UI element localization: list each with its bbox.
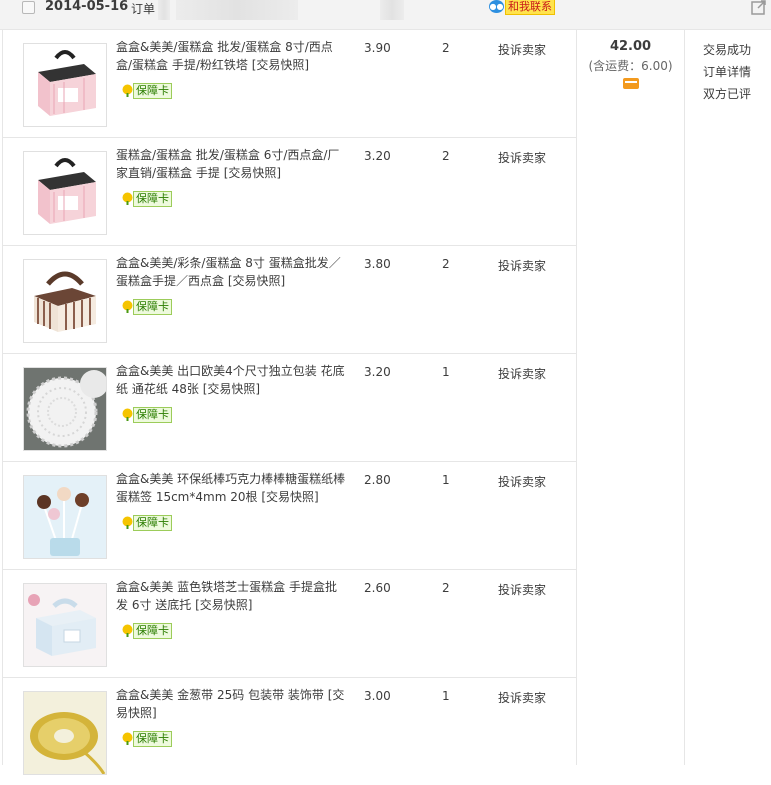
share-icon[interactable] [750,0,768,16]
cake-pop-sticks-image [24,476,106,558]
item-thumbnail[interactable] [23,583,107,667]
redacted-block [380,0,404,20]
item-price: 3.20 [364,365,391,379]
complain-seller-link[interactable]: 投诉卖家 [498,257,546,274]
complain-seller-link[interactable]: 投诉卖家 [498,41,546,58]
shipping-fee-note: (含运费：6.00) [588,59,673,73]
order-item-row: 盒盒&美美 金葱带 25码 包装带 装饰带 [交易快照] 保障卡 3.00 1 … [3,677,576,785]
item-quantity: 1 [442,689,450,703]
item-price: 2.80 [364,473,391,487]
lace-doily-image [24,368,106,450]
item-quantity: 2 [442,41,450,55]
item-title[interactable]: 盒盒&美美 出口欧美4个尺寸独立包装 花底纸 通花纸 48张 [交易快照] [116,362,346,398]
item-quantity: 2 [442,581,450,595]
item-thumbnail[interactable] [23,151,107,235]
complain-seller-link[interactable]: 投诉卖家 [498,689,546,706]
contact-seller-label: 和我联系 [505,0,555,15]
pink-cake-box-image [38,50,96,116]
order-item-row: 盒盒&美美 蓝色铁塔芝士蛋糕盒 手提盒批发 6寸 送底托 [交易快照] 保障卡 … [3,569,576,678]
item-title[interactable]: 盒盒&美美/彩条/蛋糕盒 8寸 蛋糕盒批发／蛋糕盒手提／西点盒 [交易快照] [116,254,346,290]
complain-seller-link[interactable]: 投诉卖家 [498,581,546,598]
order-select-checkbox[interactable] [22,1,35,14]
item-quantity: 2 [442,149,450,163]
complain-seller-link[interactable]: 投诉卖家 [498,149,546,166]
column-divider [576,29,577,765]
item-price: 3.80 [364,257,391,271]
item-thumbnail[interactable] [23,475,107,559]
payment-card-icon[interactable] [622,78,639,89]
order-header: 2014-05-16 订单 ●● 和我联系 [0,0,771,30]
item-price: 3.90 [364,41,391,55]
item-price: 3.20 [364,149,391,163]
order-status: 交易成功 订单详情 双方已评 [703,39,751,105]
order-item-row: 盒盒&美美 环保纸棒巧克力棒棒糖蛋糕纸棒 蛋糕签 15cm*4mm 20根 [交… [3,461,576,570]
item-title[interactable]: 盒盒&美美 蓝色铁塔芝士蛋糕盒 手提盒批发 6寸 送底托 [交易快照] [116,578,346,614]
item-price: 3.00 [364,689,391,703]
order-item-row: 盒盒&美美 出口欧美4个尺寸独立包装 花底纸 通花纸 48张 [交易快照] 保障… [3,353,576,462]
redacted-block [158,0,170,20]
item-quantity: 2 [442,257,450,271]
order-date: 2014-05-16 [45,0,129,14]
order-total: 42.00 (含运费：6.00) [577,39,684,92]
item-thumbnail[interactable] [23,43,107,127]
item-thumbnail[interactable] [23,691,107,775]
item-quantity: 1 [442,365,450,379]
complain-seller-link[interactable]: 投诉卖家 [498,365,546,382]
order-item-row: 盒盒&美美/彩条/蛋糕盒 8寸 蛋糕盒批发／蛋糕盒手提／西点盒 [交易快照] 保… [3,245,576,354]
striped-cake-box-image [34,271,96,332]
item-thumbnail[interactable] [23,367,107,451]
blue-cake-box-image [24,584,106,666]
review-status[interactable]: 双方已评 [703,83,751,105]
order-number-label: 订单 [131,2,156,16]
item-title[interactable]: 盒盒&美美 环保纸棒巧克力棒棒糖蛋糕纸棒 蛋糕签 15cm*4mm 20根 [交… [116,470,346,506]
column-divider [684,29,685,765]
item-thumbnail[interactable] [23,259,107,343]
item-title[interactable]: 蛋糕盒/蛋糕盒 批发/蛋糕盒 6寸/西点盒/厂家直销/蛋糕盒 手提 [交易快照] [116,146,346,182]
order-total-amount: 42.00 [609,39,652,54]
item-title[interactable]: 盒盒&美美/蛋糕盒 批发/蛋糕盒 8寸/西点盒/蛋糕盒 手提/粉红铁塔 [交易快… [116,38,346,74]
trade-status: 交易成功 [703,43,752,57]
order-details-link[interactable]: 订单详情 [703,61,751,83]
order-item-row: 盒盒&美美/蛋糕盒 批发/蛋糕盒 8寸/西点盒/蛋糕盒 手提/粉红铁塔 [交易快… [3,29,576,138]
complain-seller-link[interactable]: 投诉卖家 [498,473,546,490]
wangwang-icon: ●● [489,0,504,13]
gold-ribbon-image [24,692,106,774]
redacted-block [176,0,298,20]
pink-cake-box-image [38,158,96,224]
order-item-row: 蛋糕盒/蛋糕盒 批发/蛋糕盒 6寸/西点盒/厂家直销/蛋糕盒 手提 [交易快照]… [3,137,576,246]
item-title[interactable]: 盒盒&美美 金葱带 25码 包装带 装饰带 [交易快照] [116,686,346,722]
item-quantity: 1 [442,473,450,487]
item-price: 2.60 [364,581,391,595]
